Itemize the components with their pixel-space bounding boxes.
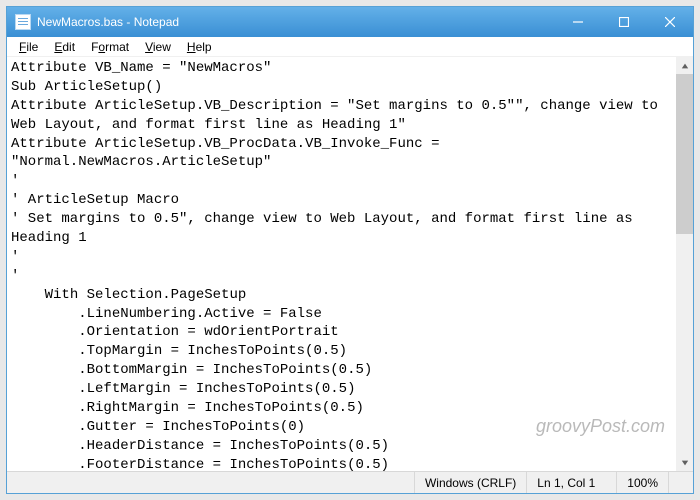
notepad-window: NewMacros.bas - Notepad File Edit Format… (6, 6, 694, 494)
menu-file[interactable]: File (11, 39, 46, 55)
menu-view[interactable]: View (137, 39, 179, 55)
menu-edit[interactable]: Edit (46, 39, 83, 55)
scroll-thumb[interactable] (676, 74, 693, 234)
minimize-button[interactable] (555, 7, 601, 37)
text-editor[interactable]: Attribute VB_Name = "NewMacros" Sub Arti… (7, 57, 676, 471)
content-area: Attribute VB_Name = "NewMacros" Sub Arti… (7, 57, 693, 471)
scroll-track[interactable] (676, 74, 693, 454)
status-spacer (7, 472, 415, 493)
menubar: File Edit Format View Help (7, 37, 693, 57)
window-title: NewMacros.bas - Notepad (37, 15, 555, 29)
status-grip (669, 472, 693, 493)
titlebar[interactable]: NewMacros.bas - Notepad (7, 7, 693, 37)
status-zoom: 100% (617, 472, 669, 493)
scroll-down-button[interactable] (676, 454, 693, 471)
status-line-ending: Windows (CRLF) (415, 472, 527, 493)
statusbar: Windows (CRLF) Ln 1, Col 1 100% (7, 471, 693, 493)
vertical-scrollbar[interactable] (676, 57, 693, 471)
menu-help[interactable]: Help (179, 39, 220, 55)
menu-format[interactable]: Format (83, 39, 137, 55)
window-controls (555, 7, 693, 37)
notepad-app-icon (15, 14, 31, 30)
scroll-up-button[interactable] (676, 57, 693, 74)
close-button[interactable] (647, 7, 693, 37)
maximize-button[interactable] (601, 7, 647, 37)
status-cursor-position: Ln 1, Col 1 (527, 472, 617, 493)
